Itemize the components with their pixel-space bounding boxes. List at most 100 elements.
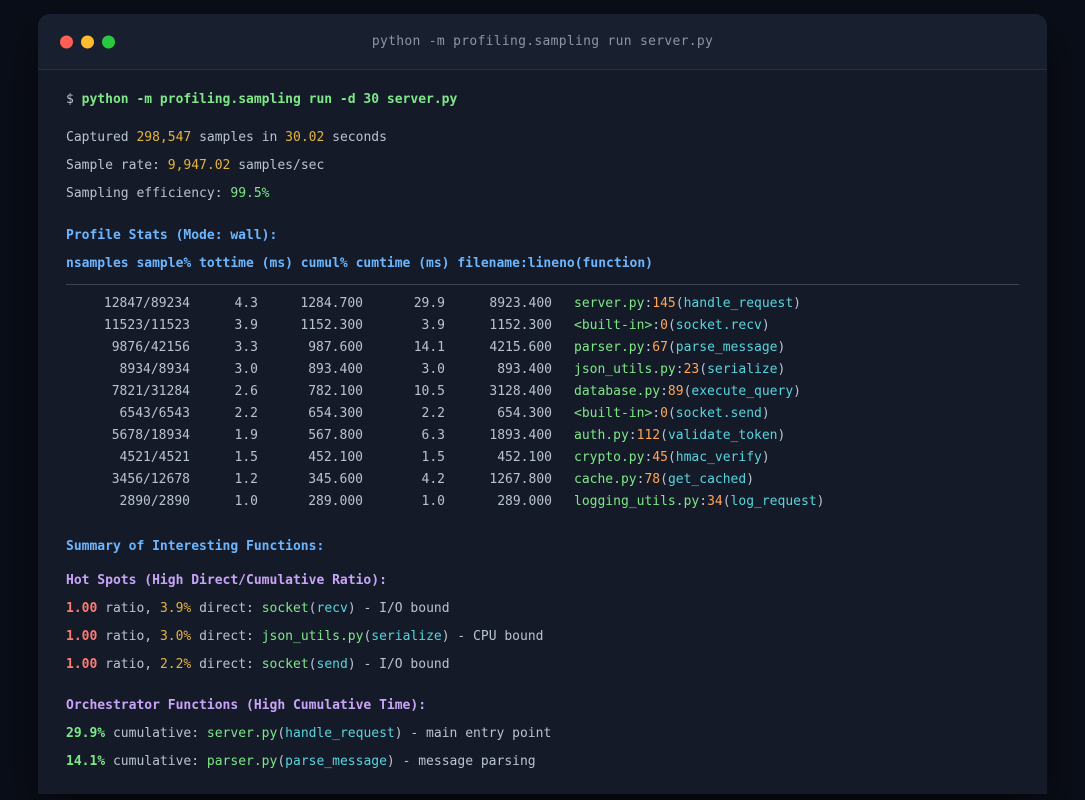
filename: server.py bbox=[206, 726, 278, 741]
stat-row: 3456/12678 1.2 345.600 4.2 1267.800 cache.py:… bbox=[66, 469, 1019, 491]
close-paren: ) bbox=[777, 428, 786, 443]
lineno: 78 bbox=[644, 472, 661, 487]
efficiency-label: Sampling efficiency: bbox=[66, 186, 231, 201]
close-paren: ) bbox=[777, 362, 786, 377]
columns-header: nsamples sample% tottime (ms) cumul% cum… bbox=[66, 256, 653, 271]
function-name: validate_token bbox=[667, 428, 778, 443]
function-name: serialize bbox=[371, 629, 442, 644]
tottime-cell: 289.000 bbox=[308, 494, 363, 509]
open-paren: ( bbox=[277, 754, 286, 769]
captured-mid: samples in bbox=[191, 130, 286, 145]
orchestrator-item: 14.1% cumulative: parser.py(parse_messag… bbox=[66, 748, 1019, 776]
nsamples-cell: 6543/6543 bbox=[119, 406, 190, 421]
open-paren: ( bbox=[308, 601, 317, 616]
cumtime-cell: 289.000 bbox=[497, 494, 552, 509]
cumul-pct-cell: 1.5 bbox=[421, 450, 445, 465]
function-name: socket.send bbox=[675, 406, 762, 421]
cumtime-cell: 1152.300 bbox=[489, 318, 552, 333]
function-name: handle_request bbox=[683, 296, 794, 311]
lineno: 112 bbox=[636, 428, 661, 443]
cumtime-cell: 4215.600 bbox=[489, 340, 552, 355]
lineno: 45 bbox=[652, 450, 668, 465]
cumulative-pct: 29.9% bbox=[66, 726, 106, 741]
stat-row: 6543/6543 2.2 654.300 2.2 654.300 <built-in>:… bbox=[66, 403, 1019, 425]
location-cell: cache.py:78(get_cached) bbox=[574, 469, 754, 491]
filename: cache.py bbox=[574, 472, 637, 487]
filename: <built-in> bbox=[574, 406, 653, 421]
open-paren: ( bbox=[667, 318, 676, 333]
stats-table: 12847/89234 4.3 1284.700 29.9 8923.400 server… bbox=[66, 293, 1019, 513]
filename: json_utils.py bbox=[574, 362, 676, 377]
open-paren: ( bbox=[699, 362, 708, 377]
cumulative-label: cumulative: bbox=[105, 754, 207, 769]
tottime-cell: 1152.300 bbox=[300, 318, 363, 333]
cumul-pct-cell: 14.1 bbox=[413, 340, 445, 355]
open-paren: ( bbox=[722, 494, 731, 509]
minimize-button[interactable] bbox=[81, 35, 94, 48]
direct-pct: 3.9% bbox=[159, 601, 192, 616]
lineno: 67 bbox=[652, 340, 668, 355]
direct-pct: 3.0% bbox=[159, 629, 192, 644]
close-paren: ) bbox=[816, 494, 825, 509]
close-paren: ) bbox=[761, 406, 770, 421]
cumul-pct-cell: 2.2 bbox=[421, 406, 445, 421]
ratio-label: ratio, bbox=[97, 629, 160, 644]
cumul-pct-cell: 3.0 bbox=[421, 362, 445, 377]
cumtime-cell: 1267.800 bbox=[489, 472, 552, 487]
lineno: 23 bbox=[683, 362, 700, 377]
orchestrators-heading: Orchestrator Functions (High Cumulative … bbox=[66, 698, 427, 713]
tottime-cell: 893.400 bbox=[308, 362, 363, 377]
rate-post: samples/sec bbox=[230, 158, 325, 173]
ratio-value: 1.00 bbox=[66, 601, 98, 616]
nsamples-cell: 8934/8934 bbox=[119, 362, 190, 377]
rate-label: Sample rate: bbox=[66, 158, 168, 173]
lineno: 145 bbox=[652, 296, 676, 311]
stat-row: 8934/8934 3.0 893.400 3.0 893.400 json_utils.… bbox=[66, 359, 1019, 381]
zoom-button[interactable] bbox=[102, 35, 115, 48]
nsamples-cell: 3456/12678 bbox=[111, 472, 190, 487]
open-paren: ( bbox=[667, 450, 676, 465]
close-button[interactable] bbox=[60, 35, 73, 48]
efficiency-line: Sampling efficiency: 99.5% bbox=[66, 180, 1019, 208]
prompt-symbol: $ bbox=[66, 92, 74, 107]
open-paren: ( bbox=[660, 472, 668, 487]
ratio-value: 1.00 bbox=[66, 657, 98, 672]
location-cell: <built-in>:0(socket.recv) bbox=[574, 315, 770, 337]
nsamples-cell: 9876/42156 bbox=[111, 340, 190, 355]
nsamples-cell: 7821/31284 bbox=[111, 384, 190, 399]
tottime-cell: 987.600 bbox=[308, 340, 363, 355]
function-name: handle_request bbox=[285, 726, 395, 741]
hotspot-item: 1.00 ratio, 2.2% direct: socket(send) - … bbox=[66, 651, 1019, 679]
sample-pct-cell: 3.0 bbox=[234, 362, 258, 377]
stat-row: 5678/18934 1.9 567.800 6.3 1893.400 auth.py:1… bbox=[66, 425, 1019, 447]
sample-pct-cell: 2.6 bbox=[234, 384, 258, 399]
nsamples-cell: 11523/11523 bbox=[103, 318, 190, 333]
note: - message parsing bbox=[394, 754, 536, 769]
location-cell: server.py:145(handle_request) bbox=[574, 293, 801, 315]
sample-pct-cell: 3.3 bbox=[234, 340, 258, 355]
titlebar[interactable]: python -m profiling.sampling run server.… bbox=[38, 14, 1047, 70]
location-cell: crypto.py:45(hmac_verify) bbox=[574, 447, 770, 469]
filename: logging_utils.py bbox=[574, 494, 700, 509]
close-paren: ) bbox=[793, 296, 801, 311]
nsamples-cell: 5678/18934 bbox=[111, 428, 190, 443]
open-paren: ( bbox=[667, 406, 676, 421]
function-name: serialize bbox=[707, 362, 778, 377]
stat-row: 9876/42156 3.3 987.600 14.1 4215.600 parser.p… bbox=[66, 337, 1019, 359]
sample-pct-cell: 2.2 bbox=[234, 406, 258, 421]
nsamples-cell: 12847/89234 bbox=[103, 296, 190, 311]
tottime-cell: 452.100 bbox=[308, 450, 363, 465]
direct-label: direct: bbox=[191, 657, 262, 672]
nsamples-cell: 2890/2890 bbox=[119, 494, 190, 509]
sample-pct-cell: 1.0 bbox=[234, 494, 258, 509]
filename: parser.py bbox=[206, 754, 278, 769]
function-name: get_cached bbox=[667, 472, 747, 487]
direct-label: direct: bbox=[191, 629, 262, 644]
traffic-lights bbox=[60, 35, 115, 48]
location-cell: database.py:89(execute_query) bbox=[574, 381, 801, 403]
function-name: recv bbox=[316, 601, 348, 616]
cumtime-cell: 654.300 bbox=[497, 406, 552, 421]
filename: parser.py bbox=[574, 340, 645, 355]
function-name: execute_query bbox=[691, 384, 794, 399]
samples-count: 298,547 bbox=[136, 130, 192, 145]
